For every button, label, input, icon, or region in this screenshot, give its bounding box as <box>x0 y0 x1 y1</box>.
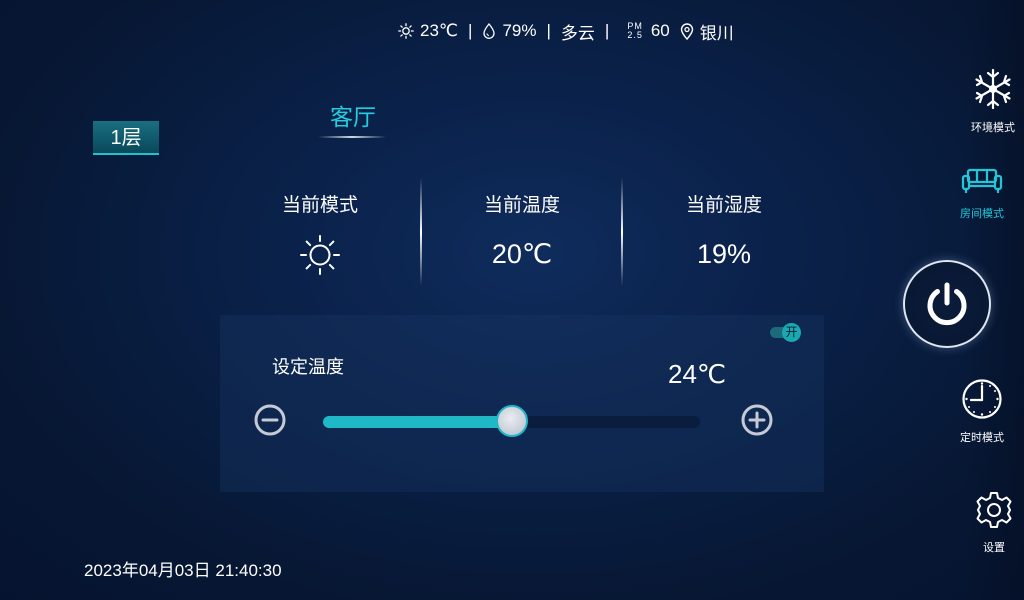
sidebar-item-label: 设置 <box>983 542 1005 554</box>
outdoor-temperature: 23℃ <box>420 21 459 40</box>
sidebar-item-room-mode[interactable]: 房间模式 <box>946 166 1018 221</box>
power-button[interactable] <box>903 260 991 348</box>
set-temperature-label: 设定温度 <box>272 357 344 377</box>
gear-icon <box>958 490 1024 535</box>
sun-icon <box>220 233 420 282</box>
increase-temperature-button[interactable] <box>740 403 774 437</box>
sidebar-item-settings[interactable]: 设置 <box>958 490 1024 555</box>
current-humidity-panel: 当前湿度 19% <box>624 190 824 270</box>
current-humidity-label: 当前湿度 <box>685 195 762 216</box>
current-temperature-label: 当前温度 <box>483 195 560 216</box>
power-icon <box>927 282 967 326</box>
sidebar-item-environment-mode[interactable]: 环境模式 <box>957 68 1024 135</box>
set-temperature-card: 开 设定温度 24℃ <box>220 315 824 492</box>
current-temperature-panel: 当前温度 20℃ <box>422 190 622 270</box>
power-toggle[interactable]: 开 <box>770 323 802 342</box>
separator: | <box>546 21 551 40</box>
current-mode-panel: 当前模式 <box>220 190 420 282</box>
set-temperature-value: 24℃ <box>668 359 727 389</box>
outdoor-humidity: 79% <box>502 21 537 40</box>
current-mode-label: 当前模式 <box>281 195 358 216</box>
slider-fill <box>323 416 512 428</box>
sun-icon <box>398 23 414 39</box>
minus-circle-icon <box>254 404 286 436</box>
weather-status-bar: 23℃ | 79% | 多云 | PM 2.5 60 银川 <box>398 18 734 44</box>
pm-label-bottom: 2.5 <box>627 30 643 40</box>
pm25-label: PM 2.5 <box>627 22 643 40</box>
current-humidity-value: 19% <box>696 239 752 269</box>
decrease-temperature-button[interactable] <box>253 403 287 437</box>
toggle-knob: 开 <box>782 323 801 342</box>
snowflake-icon <box>957 68 1024 115</box>
separator: | <box>604 21 610 40</box>
sidebar-item-label: 房间模式 <box>960 208 1004 220</box>
clock-icon <box>946 378 1018 425</box>
droplet-icon <box>482 23 496 39</box>
room-title-underline <box>318 136 386 138</box>
sidebar-item-label: 环境模式 <box>971 122 1015 134</box>
sofa-icon <box>946 166 1018 201</box>
temperature-slider[interactable] <box>323 405 700 437</box>
separator: | <box>468 21 473 40</box>
current-temperature-value: 20℃ <box>491 239 553 269</box>
weather-text: 多云 <box>560 23 595 43</box>
room-title[interactable]: 客厅 <box>320 98 386 132</box>
sidebar-item-label: 定时模式 <box>960 432 1004 444</box>
slider-thumb[interactable] <box>495 405 528 437</box>
pm25-value: 60 <box>650 21 670 40</box>
current-datetime: 2023年04月03日 21:40:30 <box>84 561 282 580</box>
sidebar-item-timer-mode[interactable]: 定时模式 <box>946 378 1018 445</box>
floor-selector[interactable]: 1层 <box>93 121 159 155</box>
plus-circle-icon <box>741 404 773 436</box>
column-divider <box>621 178 623 286</box>
city-name: 银川 <box>699 23 734 43</box>
location-pin-icon <box>680 22 694 40</box>
